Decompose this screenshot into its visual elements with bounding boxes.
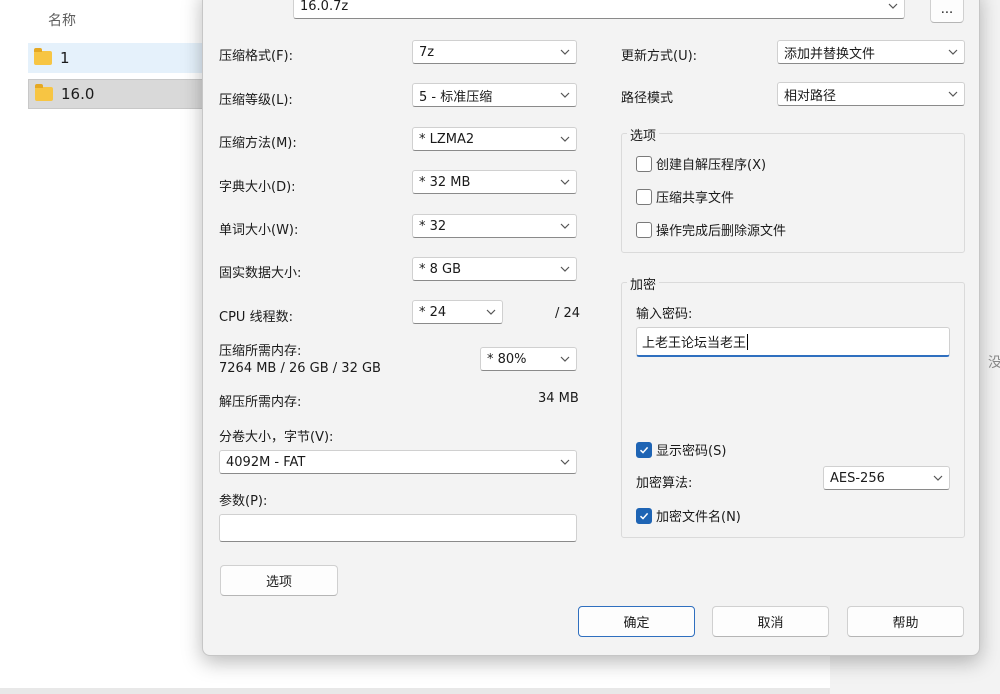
solid-block-size-combo[interactable]: * 8 GB [412,257,577,281]
encrypt-filenames-label: 加密文件名(N) [656,510,741,525]
ok-button[interactable]: 确定 [578,606,695,637]
volume-size-value: 4092M - FAT [226,454,306,470]
solid-block-size-value: * 8 GB [419,261,462,277]
format-value: 7z [419,44,435,60]
chevron-down-icon[interactable] [942,83,964,105]
checkbox-checked-icon[interactable] [636,441,652,458]
file-name: 1 [60,49,70,67]
level-value: 5 - 标准压缩 [419,89,493,105]
file-name: 16.0 [61,85,95,103]
path-mode-value: 相对路径 [784,88,837,104]
encrypt-filenames-checkbox[interactable]: 加密文件名(N) [636,506,741,525]
options-group-title: 选项 [627,125,660,144]
path-mode-label: 路径模式 [621,91,674,106]
create-sfx-checkbox[interactable]: 创建自解压程序(X) [636,154,766,173]
show-password-checkbox[interactable]: 显示密码(S) [636,440,726,459]
memory-usage-value: * 80% [487,351,527,367]
add-to-archive-dialog: 16.0.7z ... 压缩格式(F): 7z 压缩等级(L): 5 - 标准压… [202,0,980,656]
decompress-memory-value: 34 MB [538,391,579,406]
dictionary-size-label: 字典大小(D): [219,180,296,195]
chevron-down-icon[interactable] [554,128,576,150]
folder-icon [35,84,53,101]
password-value: 上老王论坛当老王 [642,336,747,351]
cpu-threads-max: / 24 [555,306,581,321]
show-password-label: 显示密码(S) [656,444,727,459]
method-label: 压缩方法(M): [219,136,297,151]
format-combo[interactable]: 7z [412,40,577,64]
encryption-method-value: AES-256 [830,470,885,486]
archive-name-combo[interactable]: 16.0.7z [293,0,905,19]
options-button[interactable]: 选项 [220,565,338,596]
decompress-memory-label: 解压所需内存: [219,395,302,410]
folder-icon [34,48,52,65]
update-mode-label: 更新方式(U): [621,49,698,64]
chevron-down-icon[interactable] [882,0,904,18]
chevron-down-icon[interactable] [554,41,576,63]
compress-shared-label: 压缩共享文件 [656,191,735,206]
cpu-threads-label: CPU 线程数: [219,310,293,325]
format-label: 压缩格式(F): [219,49,294,64]
horizontal-scrollbar[interactable] [0,688,830,694]
checkbox-unchecked-icon[interactable] [636,221,652,238]
delete-after-checkbox[interactable]: 操作完成后删除源文件 [636,220,786,239]
password-input[interactable]: 上老王论坛当老王 [636,327,950,357]
create-sfx-label: 创建自解压程序(X) [656,158,767,173]
level-combo[interactable]: 5 - 标准压缩 [412,83,577,107]
dictionary-size-combo[interactable]: * 32 MB [412,170,577,194]
update-mode-combo[interactable]: 添加并替换文件 [777,40,965,64]
encryption-method-combo[interactable]: AES-256 [823,466,950,490]
encryption-group-title: 加密 [627,274,660,293]
help-button[interactable]: 帮助 [847,606,964,637]
file-row-selected[interactable]: 16.0 [28,79,208,109]
checkbox-unchecked-icon[interactable] [636,155,652,172]
update-mode-value: 添加并替换文件 [784,46,876,62]
chevron-down-icon[interactable] [554,171,576,193]
archive-name-value: 16.0.7z [300,0,349,14]
level-label: 压缩等级(L): [219,93,293,108]
delete-after-label: 操作完成后删除源文件 [656,224,787,239]
method-value: * LZMA2 [419,131,475,147]
checkbox-checked-icon[interactable] [636,507,652,524]
method-combo[interactable]: * LZMA2 [412,127,577,151]
cpu-threads-value: * 24 [419,304,447,320]
cancel-button[interactable]: 取消 [712,606,829,637]
word-size-combo[interactable]: * 32 [412,214,577,238]
details-pane-text: 没 [988,355,1000,371]
browse-button[interactable]: ... [930,0,964,23]
chevron-down-icon[interactable] [554,451,576,473]
chevron-down-icon[interactable] [554,215,576,237]
chevron-down-icon[interactable] [480,301,502,323]
encryption-method-label: 加密算法: [636,476,693,491]
memory-usage-combo[interactable]: * 80% [480,347,577,371]
text-caret [747,333,749,350]
compress-memory-value: 7264 MB / 26 GB / 32 GB [219,361,381,376]
word-size-label: 单词大小(W): [219,223,299,238]
solid-block-size-label: 固实数据大小: [219,266,302,281]
chevron-down-icon[interactable] [554,348,576,370]
file-row[interactable]: 1 [28,43,208,73]
dictionary-size-value: * 32 MB [419,174,471,190]
cpu-threads-combo[interactable]: * 24 [412,300,503,324]
volume-size-combo[interactable]: 4092M - FAT [219,450,577,474]
chevron-down-icon[interactable] [554,258,576,280]
volume-size-label: 分卷大小，字节(V): [219,430,334,445]
checkbox-unchecked-icon[interactable] [636,188,652,205]
path-mode-combo[interactable]: 相对路径 [777,82,965,106]
column-header-name[interactable]: 名称 [48,10,76,30]
chevron-down-icon[interactable] [927,467,949,489]
compress-memory-label: 压缩所需内存: [219,344,302,359]
compress-shared-checkbox[interactable]: 压缩共享文件 [636,187,734,206]
parameters-label: 参数(P): [219,494,268,509]
word-size-value: * 32 [419,218,447,234]
parameters-input[interactable] [219,514,577,542]
chevron-down-icon[interactable] [942,41,964,63]
chevron-down-icon[interactable] [554,84,576,106]
enter-password-label: 输入密码: [636,307,693,322]
